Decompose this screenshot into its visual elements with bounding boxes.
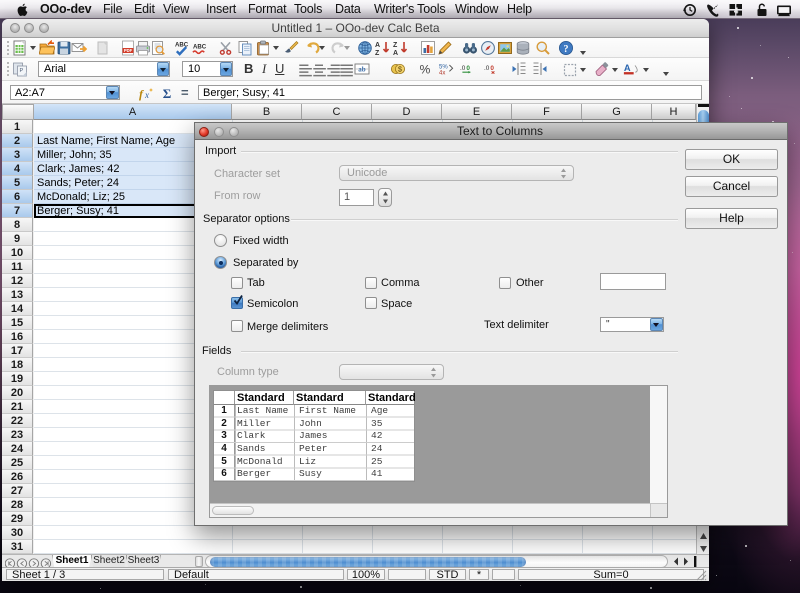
svg-text:A: A (393, 50, 398, 56)
svg-text:PDF: PDF (124, 48, 133, 53)
svg-text:f: f (139, 87, 144, 101)
svg-text:ABC: ABC (193, 43, 207, 50)
svg-text:$: $ (398, 67, 402, 74)
svg-text:.0: .0 (484, 65, 490, 72)
svg-text:5%: 5% (439, 65, 448, 71)
svg-text:0: 0 (466, 65, 470, 72)
svg-text:A: A (375, 42, 380, 49)
svg-text:P: P (20, 68, 24, 74)
svg-text:?: ? (564, 44, 569, 55)
svg-text:Z: Z (375, 50, 380, 56)
svg-text:%: % (420, 63, 431, 77)
svg-text:.0: .0 (460, 65, 466, 72)
svg-text:x: x (144, 90, 149, 100)
svg-text:Z: Z (393, 42, 398, 49)
svg-text:4x: 4x (439, 71, 445, 77)
svg-text:Σ: Σ (163, 86, 172, 100)
svg-text:ab: ab (358, 66, 366, 74)
svg-text:0: 0 (490, 65, 494, 72)
svg-text:A: A (624, 63, 631, 73)
